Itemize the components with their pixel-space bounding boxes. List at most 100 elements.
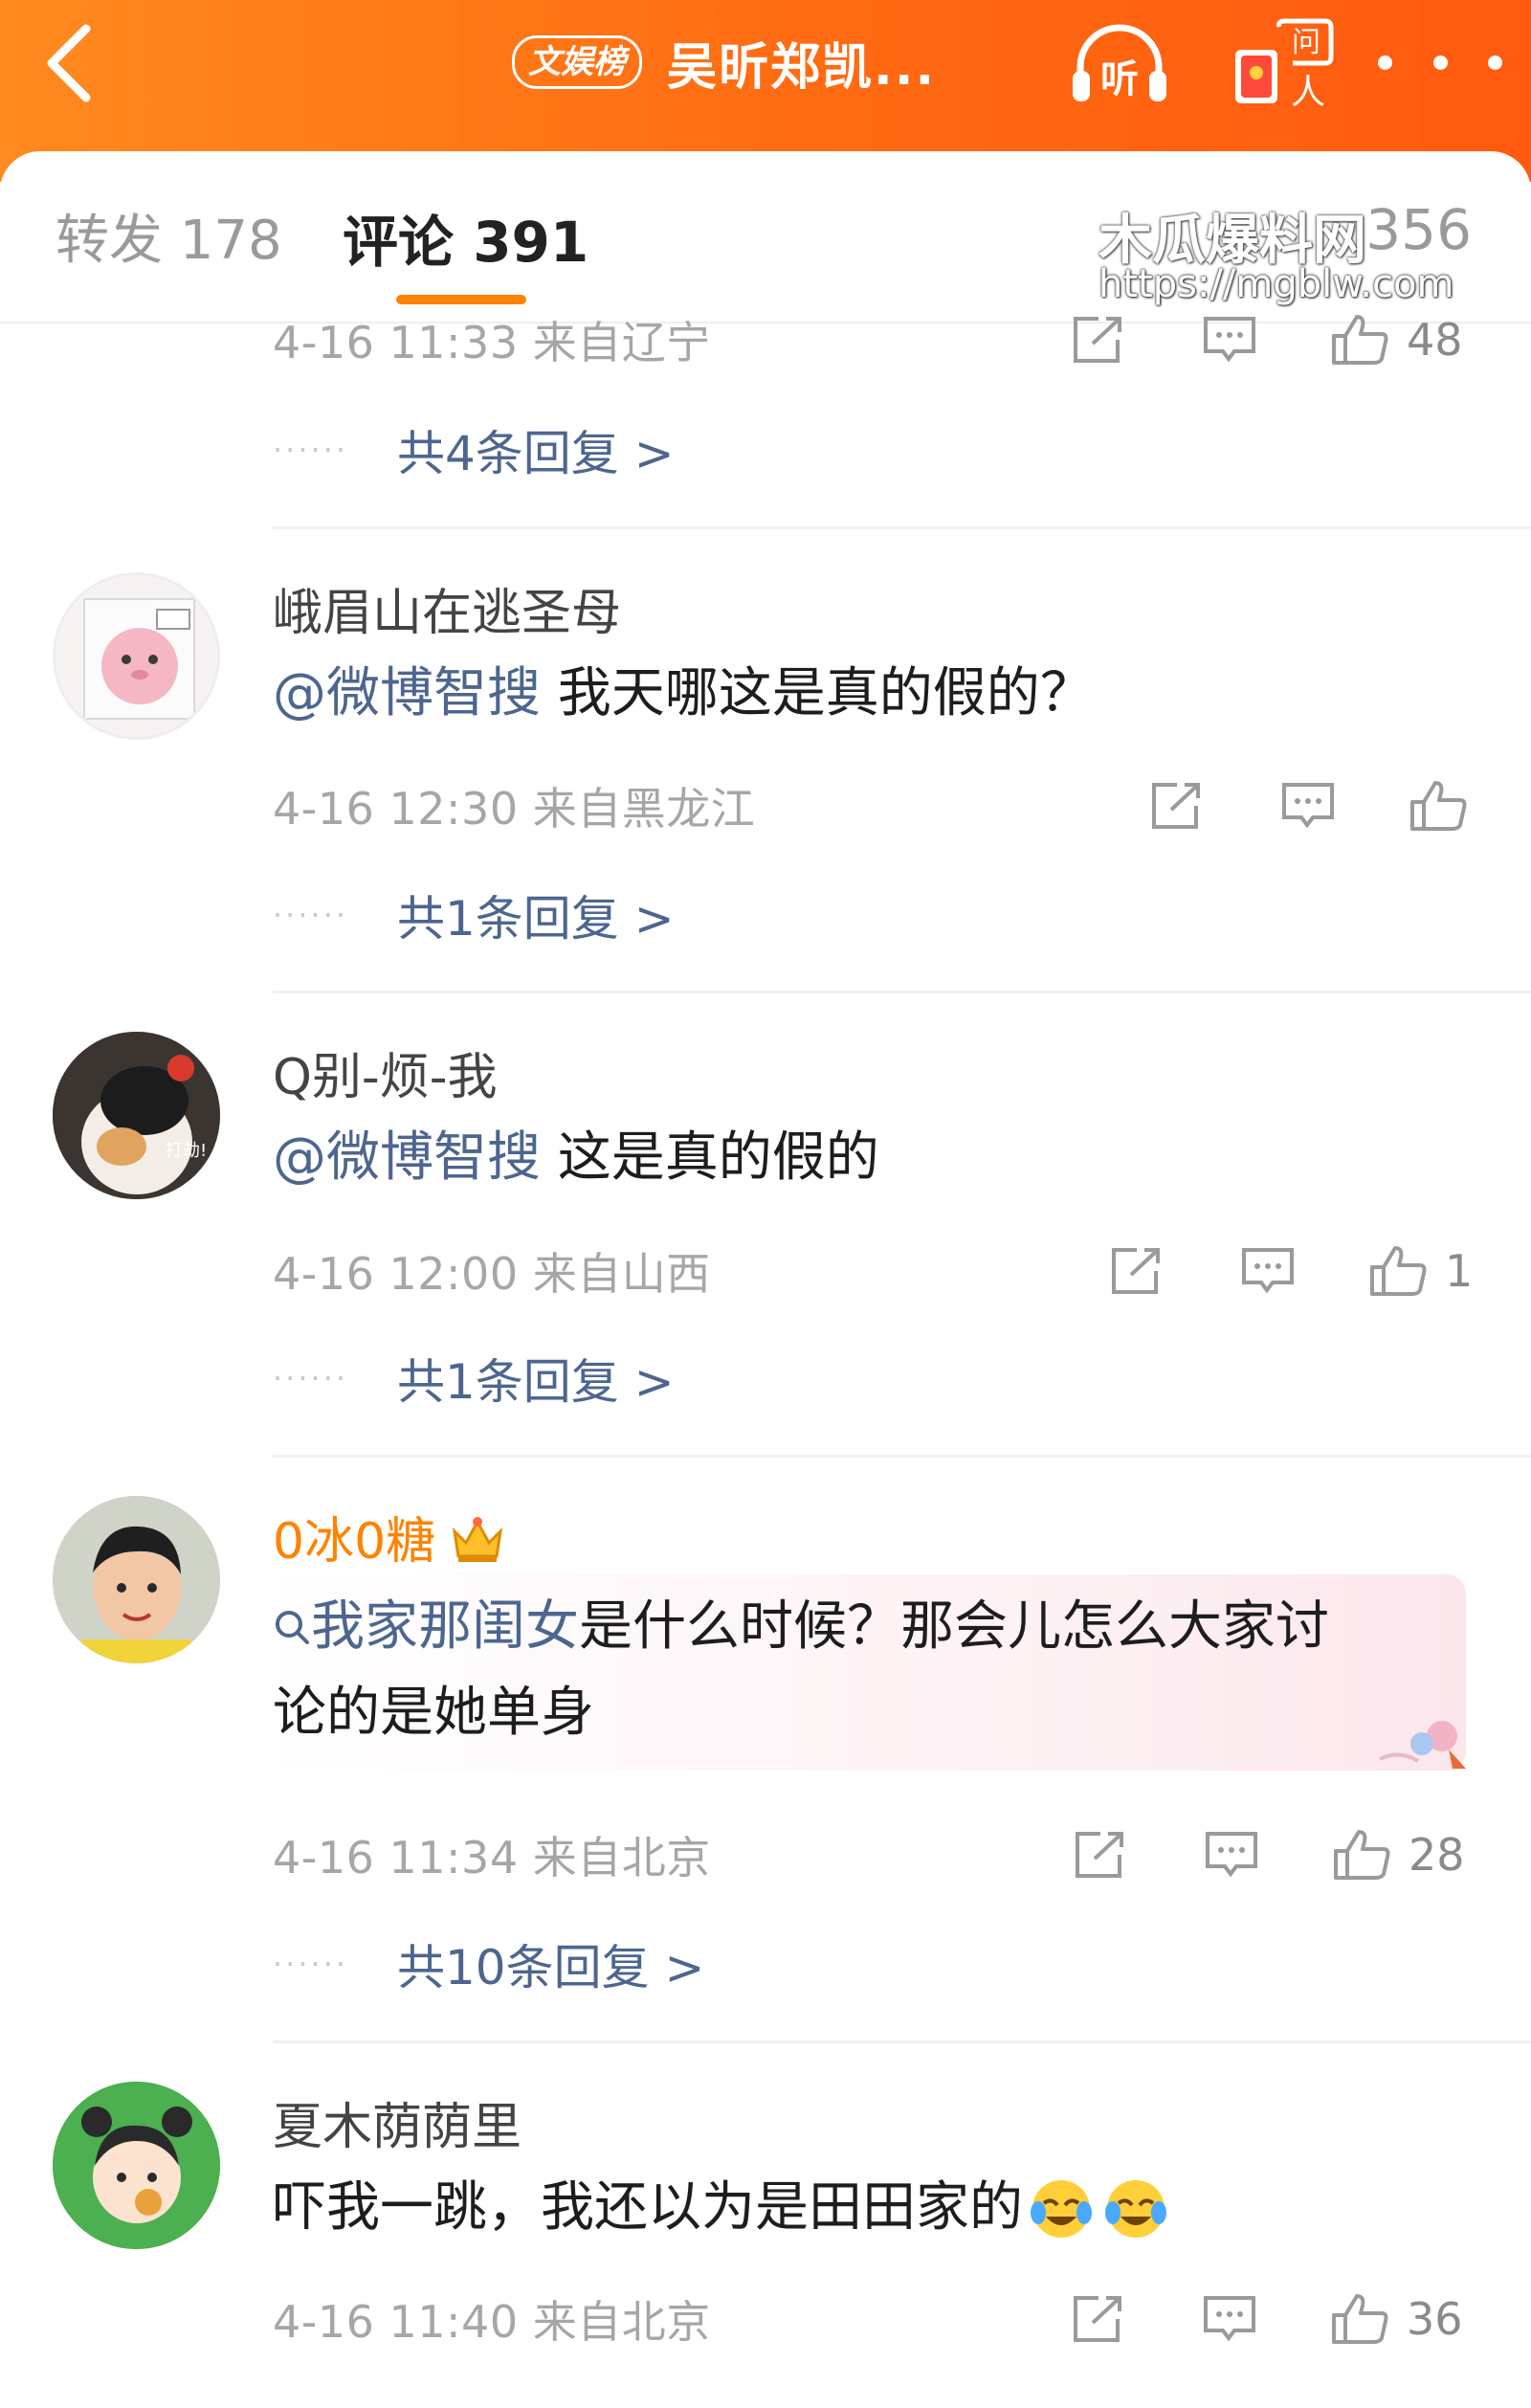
view-replies-link[interactable]: ······ 共10条回复 > [273,1926,704,2002]
active-tab-indicator [396,295,526,304]
avatar-image: 打劫! [53,1032,220,1199]
comment-divider [273,526,1531,529]
headphones-icon: 听 [1073,24,1166,101]
more-dots-icon [1488,55,1502,70]
mention-link[interactable]: @微博智搜 [273,1126,541,1189]
comment-username-vip[interactable]: 0冰0糖 [273,1501,506,1576]
ask-button[interactable]: 问 人 [1230,17,1335,113]
like-button[interactable]: 1 [1368,1237,1473,1304]
reply-button[interactable] [1202,306,1257,373]
ellipsis-dots: ······ [273,1360,349,1396]
share-icon [1074,2296,1121,2342]
red-envelope-ask-icon: 问 人 [1235,18,1334,112]
reply-button[interactable] [1280,772,1336,839]
comment-icon [1206,1832,1257,1878]
comment-text: 我家那闺女是什么时候？那会儿怎么大家讨 论的是她单身 [273,1584,1459,1756]
reply-button[interactable] [1240,1237,1296,1304]
svg-text:打劫!: 打劫! [166,1141,207,1161]
avatar-image [53,1496,220,1663]
avatar-image [83,598,195,720]
view-replies-link[interactable]: ······ 共1条回复 > [273,1340,675,1416]
comment-divider [273,1455,1531,1458]
comment-username[interactable]: 夏木荫荫里 [273,2086,521,2158]
like-count: 1 [1445,1245,1474,1297]
replies-count-text: 共1条回复 > [397,1354,675,1410]
repost-button[interactable] [1070,306,1125,373]
comment-icon [1282,783,1334,829]
svg-text:人: 人 [1291,73,1325,112]
watermark-url: https://mgblw.com [1098,262,1454,306]
thumbs-up-icon [1410,781,1467,831]
reply-button[interactable] [1204,1821,1259,1888]
comment-body-line1: 是什么时候？那会儿怎么大家讨 [579,1595,1329,1658]
crown-icon [449,1514,506,1576]
crying-laughing-emoji-icon [1031,2180,1166,2238]
tab-comment[interactable]: 评论 391 [343,197,588,278]
comment-icon [1204,317,1255,363]
comment-time-location: 4-16 11:34 来自北京 [273,1832,711,1884]
avatar[interactable] [53,572,220,740]
share-icon [1074,317,1121,363]
like-button[interactable]: 28 [1332,1821,1465,1888]
more-options-button[interactable] [1378,38,1502,86]
view-replies-link[interactable]: ······ 共1条回复 > [273,877,675,953]
comment-time-location: 4-16 11:40 来自北京 [273,2296,711,2348]
comment-icon [1242,1248,1294,1294]
ellipsis-dots: ······ [273,1946,349,1982]
repost-button[interactable] [1108,1237,1164,1304]
thumbs-up-icon [1332,315,1388,365]
comment-meta: 4-16 11:33 来自辽宁 [273,306,711,373]
tabs-divider [0,322,1531,323]
comment-meta: 4-16 12:00 来自山西 [273,1237,711,1304]
page-title: 吴昕郑凯... [667,38,937,97]
comment-username[interactable]: 峨眉山在逃圣母 [273,572,621,644]
comment-text: @微博智搜 这是真的假的 [273,1115,879,1201]
listen-button[interactable]: 听 [1067,21,1172,107]
tabs-bar: 转发 178 评论 391 356 木瓜爆料网 https://mgblw.co… [0,151,1531,323]
avatar[interactable]: 打劫! [53,1032,220,1199]
topic-text: 我家那闺女 [311,1595,579,1658]
replies-count-text: 共1条回复 > [397,891,675,947]
comment-divider [273,2040,1531,2043]
comment-username[interactable]: Q别-烦-我 [273,1037,497,1108]
like-button[interactable]: 36 [1330,2285,1463,2352]
repost-button[interactable] [1072,1821,1127,1888]
like-count: 36 [1407,2293,1463,2345]
like-button[interactable] [1409,772,1468,839]
search-icon [276,1611,309,1644]
repost-button[interactable] [1070,2285,1125,2352]
svg-text:问: 问 [1292,26,1320,59]
avatar[interactable] [53,2082,220,2249]
back-button[interactable] [38,17,105,113]
tab-likes[interactable]: 356 [1365,197,1472,262]
thumbs-up-icon [1334,1830,1390,1880]
svg-text:听: 听 [1100,57,1139,101]
thumbs-up-icon [1332,2294,1388,2344]
comment-divider [273,991,1531,993]
share-icon [1076,1832,1123,1878]
repost-button[interactable] [1148,772,1204,839]
comment-meta: 4-16 11:40 来自北京 [273,2285,711,2352]
username-text: 0冰0糖 [273,1513,436,1571]
ellipsis-dots: ······ [273,432,349,468]
share-icon [1152,783,1200,829]
avatar[interactable] [53,1496,220,1663]
comment-time-location: 4-16 12:30 来自黑龙江 [273,783,756,835]
chevron-left-icon [47,24,91,102]
mention-link[interactable]: @微博智搜 [273,662,541,725]
topic-link[interactable]: 我家那闺女 [273,1595,579,1658]
avatar-image [53,2082,220,2249]
thumbs-up-icon [1370,1246,1427,1296]
comment-body-line2: 论的是她单身 [273,1682,594,1744]
replies-count-text: 共10条回复 > [397,1940,705,1996]
ellipsis-dots: ······ [273,897,349,933]
more-dots-icon [1432,55,1448,70]
tab-repost[interactable]: 转发 178 [55,197,282,275]
header-title-group[interactable]: 文娱榜 吴昕郑凯... [512,27,936,98]
reply-button[interactable] [1202,2285,1257,2352]
like-button[interactable]: 48 [1330,306,1463,373]
comment-text: 吓我一跳，我还以为是田田家的 [273,2165,1172,2251]
more-dots-icon [1378,55,1392,70]
replies-count-text: 共4条回复 > [397,426,675,481]
view-replies-link[interactable]: ······ 共4条回复 > [273,412,675,488]
